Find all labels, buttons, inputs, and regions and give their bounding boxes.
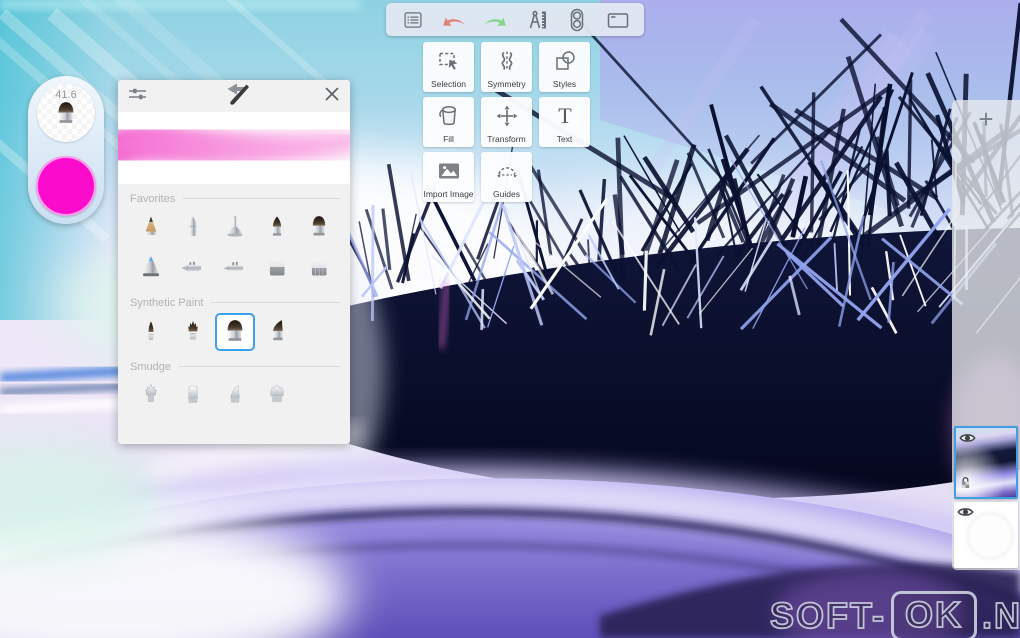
brush-ballpoint-pen[interactable] [172,208,214,248]
brush-section-synthetic-paint: Synthetic Paint [130,295,340,352]
brush-smudge-flat[interactable] [172,376,214,416]
section-title: Synthetic Paint [130,296,204,309]
layers-panel: + [952,100,1020,570]
paint-layer[interactable] [954,426,1018,499]
menu-icon [403,10,423,30]
brush-pencil[interactable] [130,208,172,248]
section-divider [178,366,340,367]
top-toolbar [386,3,644,36]
section-title: Favorites [130,192,176,205]
brush-eraser-hard[interactable] [256,248,298,288]
menu-button[interactable] [398,6,428,34]
symmetry-icon [494,42,520,79]
tool-selection[interactable]: Selection [423,42,474,92]
fill-icon [436,97,462,134]
watermark-boxed: OK [891,591,977,638]
transparency-lock-icon [960,476,971,494]
brush-stroke-preview [118,112,350,184]
tool-label: Selection [431,79,466,89]
tool-fill[interactable]: Fill [423,97,474,147]
brush-smudge-fan[interactable] [256,376,298,416]
layer-editor-button[interactable] [603,6,633,34]
tool-label: Fill [443,134,454,144]
tool-text[interactable]: T Text [539,97,590,147]
layer-color-circle [968,514,1012,558]
brush-smudge-angled[interactable] [214,376,256,416]
text-icon: T [552,97,578,134]
selection-icon [436,42,462,79]
brush-library-button[interactable] [521,6,551,34]
brush-library-back-button[interactable] [221,80,251,113]
active-brush-icon [51,101,81,134]
section-title: Smudge [130,360,171,373]
brush-round-dome[interactable] [215,313,255,351]
brush-inking-pen[interactable] [214,208,256,248]
tool-label: Text [556,134,573,144]
layer-editor-icon [606,10,630,30]
tool-styles[interactable]: Styles [539,42,590,92]
back-brush-icon [221,80,251,113]
brush-smudge-splayed[interactable] [130,376,172,416]
tool-label: Import Image [423,189,474,199]
brush-ruler-icon [524,9,548,31]
brush-paintbrush-small[interactable] [256,208,298,248]
brush-airbrush[interactable] [130,248,172,288]
transform-icon [494,97,520,134]
brush-size-puck[interactable]: 41.6 [37,84,95,142]
brush-section-favorites: Favorites [130,191,340,288]
brush-paintbrush-large[interactable] [298,208,340,248]
watermark-prefix: SOFT- [769,594,886,637]
redo-button[interactable] [480,6,510,34]
redo-arrow-icon [483,11,507,29]
close-icon [324,86,340,107]
color-puck[interactable] [36,156,96,216]
brush-library-panel: Favorites Synthetic Paint Smudge [118,80,350,444]
tool-import-image[interactable]: Import Image [423,152,474,202]
svg-text:T: T [558,103,572,128]
brush-chisel-marker[interactable] [214,248,256,288]
tool-transform[interactable]: Transform [481,97,532,147]
sketchbook-app: Selection Symmetry Styles Fill Transform T Tex… [0,0,1020,638]
brush-color-puck: 41.6 [28,76,104,224]
layer-list [952,426,1020,570]
brush-section-smudge: Smudge [130,359,340,416]
brush-round-detail[interactable] [130,312,172,352]
styles-icon [552,42,578,79]
sliders-icon [128,86,147,107]
watermark-suffix: .NET [981,594,1020,637]
tools-grid: Selection Symmetry Styles Fill Transform T Tex… [423,42,590,202]
tool-symmetry[interactable]: Symmetry [481,42,532,92]
guides-icon [493,152,521,189]
tool-label: Styles [552,79,577,89]
add-layer-button[interactable]: + [978,106,993,132]
brush-marker[interactable] [172,248,214,288]
undo-button[interactable] [439,6,469,34]
tool-guides[interactable]: Guides [481,152,532,202]
color-puck-button[interactable] [562,6,592,34]
layer-visibility-eye-icon[interactable] [959,431,976,449]
layer-visibility-eye-icon[interactable] [957,505,974,523]
brush-panel-header [118,80,350,112]
double-puck-icon [568,8,586,32]
brush-settings-button[interactable] [128,86,147,107]
section-divider [211,302,340,303]
section-divider [183,198,340,199]
import-image-icon [436,152,462,189]
background-layer[interactable] [954,502,1018,568]
tool-label: Symmetry [487,79,526,89]
undo-arrow-icon [442,11,466,29]
tool-label: Guides [493,189,520,199]
brush-sections: Favorites Synthetic Paint Smudge [118,191,350,416]
watermark: SOFT- OK .NET [769,591,1020,638]
brush-round-fluffy[interactable] [172,312,214,352]
tool-label: Transform [487,134,526,144]
brush-eraser-soft[interactable] [298,248,340,288]
close-brush-panel-button[interactable] [324,86,340,107]
brush-angled-flat[interactable] [256,312,298,352]
